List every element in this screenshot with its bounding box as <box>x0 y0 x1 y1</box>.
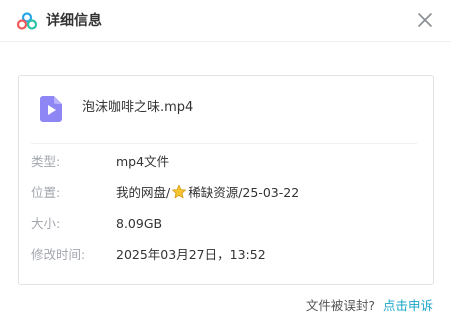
dialog-header: 详细信息 <box>0 0 451 42</box>
wrongly-blocked-question: 文件被误封? <box>305 298 375 313</box>
video-file-icon <box>40 96 62 122</box>
close-icon[interactable] <box>414 9 436 31</box>
detail-row-location: 位置: 我的网盘/ 稀缺资源/25-03-22 <box>31 183 421 203</box>
location-label: 位置: <box>31 185 61 200</box>
file-name: 泡沫咖啡之味.mp4 <box>82 100 194 115</box>
divider <box>31 143 417 144</box>
appeal-link[interactable]: 点击申诉 <box>383 298 433 313</box>
file-info-card: 泡沫咖啡之味.mp4 类型: mp4文件 位置: 我的网盘/ 稀缺资源/25-0… <box>18 75 434 285</box>
type-value: mp4文件 <box>116 154 170 169</box>
detail-row-size: 大小: 8.09GB <box>31 214 421 234</box>
dialog-footer: 文件被误封? 点击申诉 <box>306 297 433 315</box>
detail-row-modified: 修改时间: 2025年03月27日，13:52 <box>31 245 421 265</box>
type-label: 类型: <box>31 154 61 169</box>
star-icon <box>172 184 187 199</box>
dialog-title: 详细信息 <box>46 13 102 29</box>
size-label: 大小: <box>31 216 61 231</box>
size-value: 8.09GB <box>116 216 163 231</box>
location-value: 我的网盘/ 稀缺资源/25-03-22 <box>116 183 299 203</box>
modified-value: 2025年03月27日，13:52 <box>116 247 266 262</box>
cloud-logo-icon <box>17 12 37 30</box>
location-path-suffix: 稀缺资源/25-03-22 <box>188 185 300 200</box>
details-dialog: 详细信息 泡沫咖啡之味.mp4 类型: mp4文件 位置: 我的网盘/ 稀缺资源… <box>0 0 451 328</box>
modified-label: 修改时间: <box>31 247 86 262</box>
location-path-prefix: 我的网盘/ <box>116 185 171 200</box>
detail-row-type: 类型: mp4文件 <box>31 152 421 172</box>
